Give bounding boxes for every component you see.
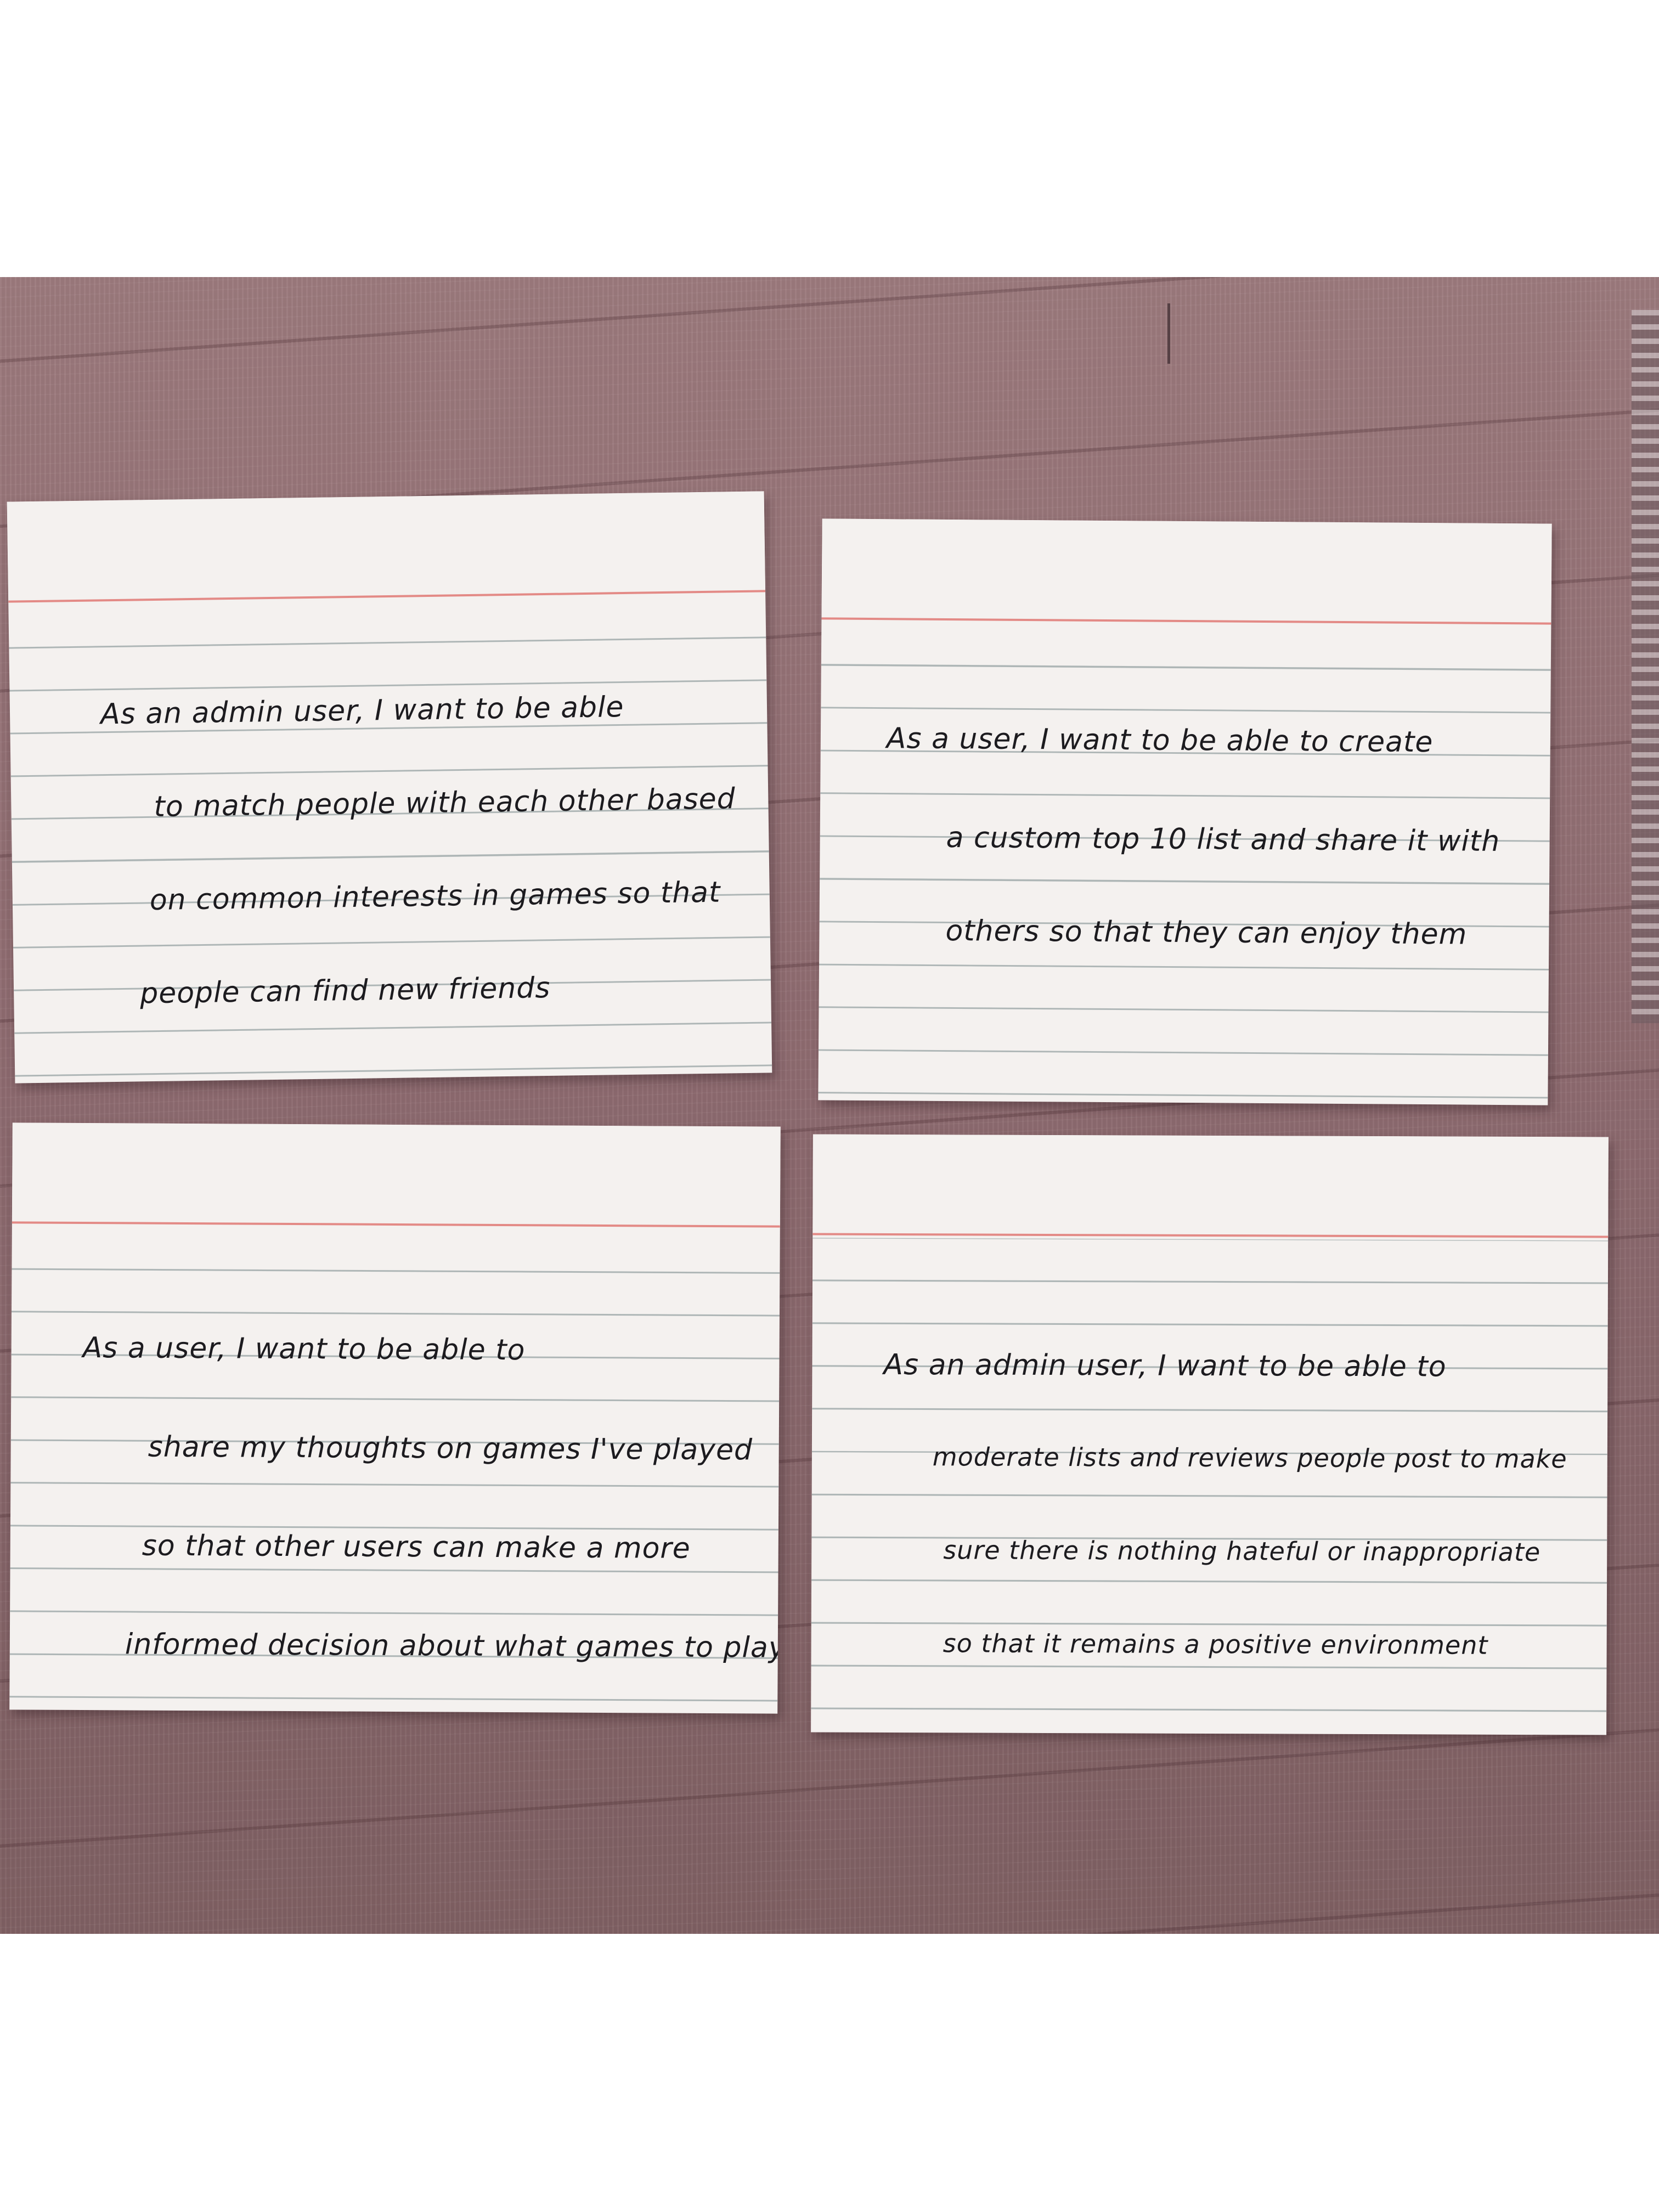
index-card-4: As an admin user, I want to be able to m… (811, 1134, 1609, 1735)
card-header-space (821, 518, 1552, 624)
card-header-space (812, 1134, 1609, 1238)
card-text-line: so that it remains a positive environmen… (943, 1628, 1488, 1660)
card-text-line: As an admin user, I want to be able to (883, 1348, 1447, 1384)
card-text-line: others so that they can enjoy them (945, 914, 1468, 951)
card-text-line: sure there is nothing hateful or inappro… (943, 1535, 1541, 1567)
card-header-space (7, 491, 766, 602)
index-card-1: As an admin user, I want to be able to m… (7, 491, 772, 1084)
card-text-line: informed decision about what games to pl… (125, 1628, 781, 1664)
card-text-line: As a user, I want to be able to create (886, 722, 1434, 759)
card-text-line: As a user, I want to be able to (82, 1331, 526, 1367)
card-header-space (12, 1122, 781, 1227)
notebook-edge (1632, 310, 1659, 1023)
card-text-line: share my thoughts on games I've played (148, 1430, 753, 1467)
photo: As an admin user, I want to be able to m… (0, 277, 1659, 1934)
index-card-2: As a user, I want to be able to create a… (818, 518, 1552, 1105)
card-text-line: people can find new friends (139, 971, 551, 1011)
card-text-line: a custom top 10 list and share it with (946, 821, 1500, 859)
table-mark (1167, 303, 1170, 364)
card-text-line: moderate lists and reviews people post t… (932, 1442, 1567, 1474)
index-card-3: As a user, I want to be able to share my… (9, 1122, 781, 1714)
card-text-line: so that other users can make a more (142, 1529, 691, 1565)
